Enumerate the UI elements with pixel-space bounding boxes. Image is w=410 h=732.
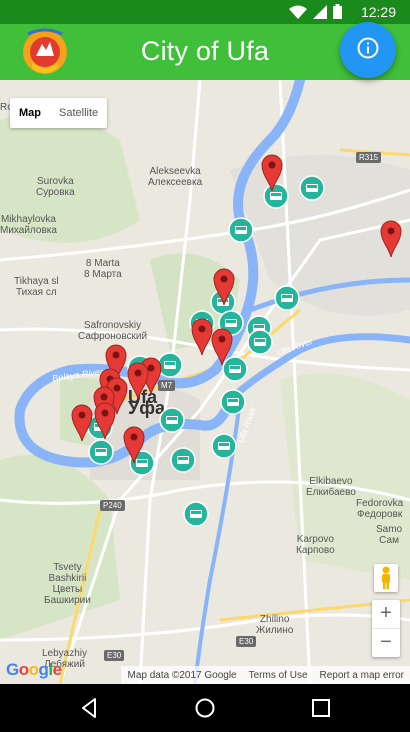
home-button[interactable] xyxy=(193,696,217,720)
map-type-control: Map Satellite xyxy=(10,98,108,128)
map-type-satellite-button[interactable]: Satellite xyxy=(50,98,107,128)
road-shield: R315 xyxy=(356,152,382,163)
place-label: Samo Сам xyxy=(376,524,403,546)
road-shield: E30 xyxy=(236,636,257,647)
report-map-error-link[interactable]: Report a map error xyxy=(320,670,404,681)
bus-stop-icon[interactable] xyxy=(220,389,246,420)
recents-icon xyxy=(312,699,330,717)
map-footer: Google Map data ©2017 Google Terms of Us… xyxy=(0,660,410,684)
place-label: Tikhaya sl Тихая сл xyxy=(14,276,59,298)
road-shield: P240 xyxy=(100,500,125,511)
street-view-pegman[interactable] xyxy=(374,564,398,592)
status-bar: 12:29 xyxy=(0,0,410,24)
navigation-bar xyxy=(0,684,410,732)
bus-stop-icon[interactable] xyxy=(183,501,209,532)
google-logo: Google xyxy=(6,660,62,679)
back-icon xyxy=(82,698,96,718)
map-attribution: Map data ©2017 Google Terms of Use Repor… xyxy=(121,666,410,684)
status-time: 12:29 xyxy=(360,4,396,20)
zoom-out-button[interactable]: − xyxy=(372,629,400,657)
map-pin-icon[interactable] xyxy=(380,220,402,263)
place-label: Tsvety Bashkirii Цветы Башкирии xyxy=(44,562,91,606)
road-shield: E30 xyxy=(104,650,125,661)
map-pin-icon[interactable] xyxy=(211,328,233,371)
place-label: Fedorovka Федоровк xyxy=(356,498,404,520)
signal-icon xyxy=(313,4,327,24)
bus-stop-icon[interactable] xyxy=(299,175,325,206)
back-button[interactable] xyxy=(78,696,102,720)
map-view[interactable]: Map Satellite Alekseevka Алексеевка Surov… xyxy=(0,80,410,684)
terms-of-use-link[interactable]: Terms of Use xyxy=(249,670,308,681)
place-label: 8 Marta 8 Марта xyxy=(84,258,122,280)
map-pin-icon[interactable] xyxy=(261,154,283,197)
home-icon xyxy=(195,698,215,718)
place-label: Karpovo Карпово xyxy=(296,534,335,556)
status-icons xyxy=(289,4,342,24)
map-pin-icon[interactable] xyxy=(71,404,93,447)
bus-stop-icon[interactable] xyxy=(170,447,196,478)
place-label: Mikhaylovka Михайловка xyxy=(0,214,57,236)
battery-icon xyxy=(333,4,342,24)
map-type-map-button[interactable]: Map xyxy=(10,98,50,128)
map-pin-icon[interactable] xyxy=(191,318,213,361)
place-label: Safronovskiy Сафроновский xyxy=(78,320,148,342)
bus-stop-icon[interactable] xyxy=(211,433,237,464)
bus-stop-icon[interactable] xyxy=(247,329,273,360)
bus-stop-icon[interactable] xyxy=(159,407,185,438)
map-pin-icon[interactable] xyxy=(123,426,145,469)
wifi-icon xyxy=(289,5,307,24)
place-label: Surovka Суровка xyxy=(36,176,75,198)
place-label: Elkibaevo Елкибаево xyxy=(306,476,356,498)
place-label: Zhilino Жилино xyxy=(256,614,294,636)
bus-stop-icon[interactable] xyxy=(274,285,300,316)
info-icon xyxy=(357,37,379,64)
place-label: Alekseevka Алексеевка xyxy=(148,166,203,188)
map-pin-icon[interactable] xyxy=(127,362,149,405)
map-pin-icon[interactable] xyxy=(213,268,235,311)
zoom-control: + − xyxy=(372,600,400,657)
info-button[interactable] xyxy=(340,22,396,78)
bus-stop-icon[interactable] xyxy=(228,217,254,248)
zoom-in-button[interactable]: + xyxy=(372,600,400,629)
recents-button[interactable] xyxy=(309,696,333,720)
map-pin-icon[interactable] xyxy=(94,402,116,445)
map-data-text: Map data ©2017 Google xyxy=(127,669,237,681)
